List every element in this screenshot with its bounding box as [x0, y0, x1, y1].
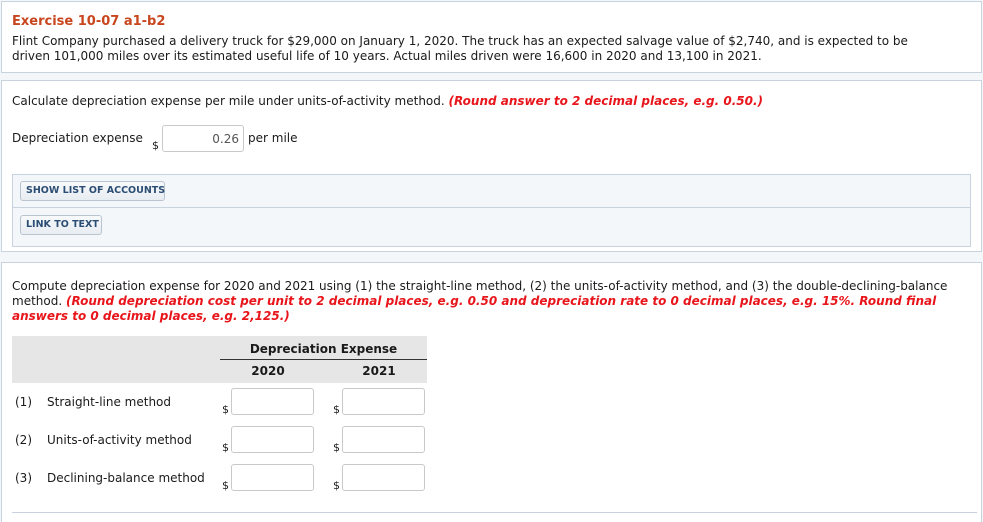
- units-of-activity-2021-input[interactable]: [342, 426, 425, 453]
- show-list-of-accounts-button[interactable]: SHOW LIST OF ACCOUNTS: [20, 181, 165, 201]
- currency-symbol: $: [333, 479, 340, 492]
- column-header-2021: 2021: [362, 364, 396, 378]
- exercise-title: Exercise 10-07 a1-b2: [12, 14, 166, 29]
- column-header-2020: 2020: [251, 364, 285, 378]
- header-underline: [220, 359, 427, 360]
- part2-instruction-line-2: (Round depreciation cost per unit to 2 d…: [65, 294, 937, 308]
- currency-symbol: $: [333, 403, 340, 416]
- part1-instruction: (Round answer to 2 decimal places, e.g. …: [448, 94, 763, 108]
- straight-line-2021-input[interactable]: [342, 388, 425, 415]
- currency-symbol: $: [222, 441, 229, 454]
- part1-question: Calculate depreciation expense per mile …: [12, 94, 972, 109]
- declining-balance-2021-input[interactable]: [342, 464, 425, 491]
- currency-symbol: $: [222, 479, 229, 492]
- row-number: (3): [15, 471, 32, 485]
- currency-symbol: $: [152, 139, 159, 152]
- part2-instruction-line-3: answers to 0 decimal places, e.g. 2,125.…: [12, 309, 290, 323]
- declining-balance-2020-input[interactable]: [231, 464, 314, 491]
- problem-statement-panel: Exercise 10-07 a1-b2 Flint Company purch…: [1, 1, 982, 73]
- currency-symbol: $: [333, 441, 340, 454]
- part2-question-method-word: method.: [12, 294, 63, 308]
- tools-box: SHOW LIST OF ACCOUNTS LINK TO TEXT: [12, 174, 971, 247]
- depreciation-expense-label: Depreciation expense: [12, 131, 143, 145]
- row-label: Units-of-activity method: [47, 433, 192, 447]
- row-number: (1): [15, 395, 32, 409]
- part1-question-text: Calculate depreciation expense per mile …: [12, 94, 445, 108]
- row-label: Straight-line method: [47, 395, 172, 409]
- units-of-activity-2020-input[interactable]: [231, 426, 314, 453]
- problem-text-line-1: Flint Company purchased a delivery truck…: [12, 34, 908, 48]
- link-to-text-button[interactable]: LINK TO TEXT: [20, 215, 102, 235]
- depreciation-table-header: Depreciation Expense 2020 2021: [12, 336, 427, 383]
- row-number: (2): [15, 433, 32, 447]
- row-label: Declining-balance method: [47, 471, 205, 485]
- part2-question-line-2: method. (Round depreciation cost per uni…: [12, 294, 972, 309]
- part2-question: Compute depreciation expense for 2020 an…: [12, 279, 972, 324]
- depreciation-per-mile-input[interactable]: [162, 125, 244, 152]
- part1-panel: Calculate depreciation expense per mile …: [1, 80, 982, 252]
- part2-question-line-1: Compute depreciation expense for 2020 an…: [12, 279, 948, 293]
- per-mile-label: per mile: [248, 131, 298, 145]
- depreciation-expense-header: Depreciation Expense: [249, 342, 398, 356]
- straight-line-2020-input[interactable]: [231, 388, 314, 415]
- problem-text-line-2: driven 101,000 miles over its estimated …: [12, 49, 762, 63]
- currency-symbol: $: [222, 403, 229, 416]
- part2-panel: Compute depreciation expense for 2020 an…: [1, 262, 982, 522]
- tools-divider: [13, 207, 970, 208]
- problem-text: Flint Company purchased a delivery truck…: [12, 34, 952, 64]
